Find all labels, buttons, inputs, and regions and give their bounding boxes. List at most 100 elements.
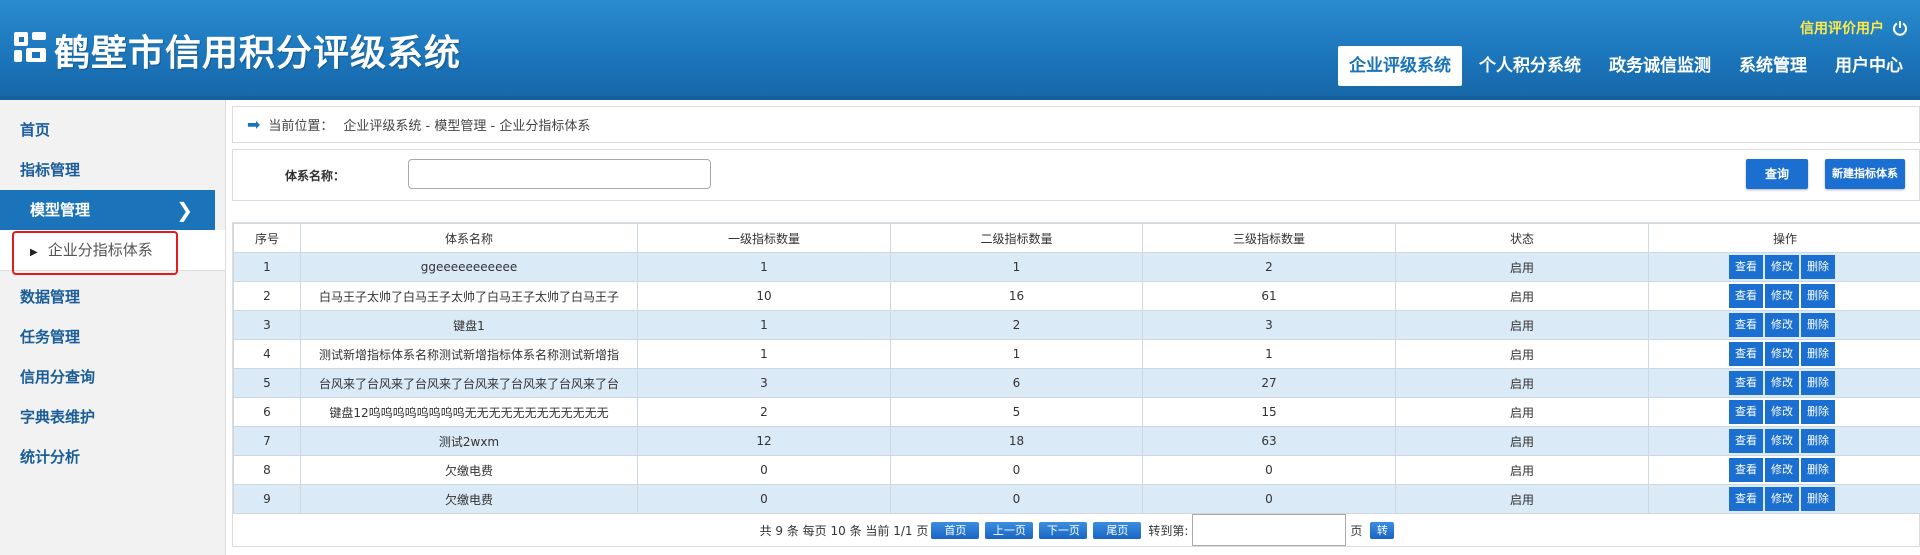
new-index-system-button[interactable]: 新建指标体系 — [1825, 159, 1905, 189]
delete-button[interactable]: 删除 — [1801, 313, 1835, 337]
view-button[interactable]: 查看 — [1729, 487, 1763, 511]
sidebar-item-model-management[interactable]: 模型管理 ❯ — [0, 190, 215, 230]
prev-page-button[interactable]: 上一页 — [985, 521, 1034, 539]
breadcrumb-path: 企业评级系统 - 模型管理 - 企业分指标体系 — [343, 119, 591, 134]
edit-button[interactable]: 修改 — [1765, 342, 1799, 366]
table-cell: 键盘1 — [300, 310, 638, 340]
delete-button[interactable]: 删除 — [1801, 429, 1835, 453]
table-cell: 1 — [890, 339, 1143, 369]
edit-button[interactable]: 修改 — [1765, 255, 1799, 279]
table-cell: 测试2wxm — [300, 426, 638, 456]
index-system-table-panel: 序号 体系名称 一级指标数量 二级指标数量 三级指标数量 状态 操作 1 ggee… — [232, 222, 1920, 547]
nav-system-management[interactable]: 系统管理 — [1728, 46, 1818, 86]
user-area: 信用评价用户 — [1800, 18, 1908, 38]
edit-button[interactable]: 修改 — [1765, 400, 1799, 424]
col-header-level1: 一级指标数量 — [637, 223, 891, 253]
table-cell: 7 — [233, 426, 301, 456]
delete-button[interactable]: 删除 — [1801, 458, 1835, 482]
sidebar-item-statistics[interactable]: 统计分析 — [0, 437, 225, 477]
table-cell: 3 — [637, 368, 891, 398]
view-button[interactable]: 查看 — [1729, 371, 1763, 395]
query-button[interactable]: 查询 — [1746, 159, 1808, 189]
power-icon[interactable] — [1892, 20, 1908, 36]
edit-button[interactable]: 修改 — [1765, 371, 1799, 395]
edit-button[interactable]: 修改 — [1765, 313, 1799, 337]
row-actions: 查看 修改 删除 — [1648, 455, 1920, 485]
table-body: 1 ggeeeeeeeeeee 1 1 2 启用 查看 修改 删除 2 白马王子太帅了白马王子太帅了… — [233, 252, 1920, 514]
sidebar-item-task-management[interactable]: 任务管理 — [0, 317, 225, 357]
table-cell: ggeeeeeeeeeee — [300, 252, 638, 282]
delete-button[interactable]: 删除 — [1801, 255, 1835, 279]
pagination: 共 9 条 每页 10 条 当前 1/1 页 首页 上一页 下一页 尾页 转到第… — [233, 513, 1920, 547]
system-name-input[interactable] — [408, 159, 711, 189]
next-page-button[interactable]: 下一页 — [1039, 521, 1088, 539]
sidebar-item-home[interactable]: 首页 — [0, 110, 225, 150]
current-user-name[interactable]: 信用评价用户 — [1800, 18, 1884, 38]
table-cell: 18 — [890, 426, 1143, 456]
top-nav: 企业评级系统 个人积分系统 政务诚信监测 系统管理 用户中心 — [1332, 46, 1914, 86]
nav-government-integrity[interactable]: 政务诚信监测 — [1598, 46, 1722, 86]
table-cell: 启用 — [1395, 455, 1649, 485]
table-row: 1 ggeeeeeeeeeee 1 1 2 启用 查看 修改 删除 — [233, 252, 1920, 282]
sidebar-subitem-enterprise-index-system[interactable]: ▶ 企业分指标体系 — [0, 230, 225, 275]
nav-user-center[interactable]: 用户中心 — [1824, 46, 1914, 86]
first-page-button[interactable]: 首页 — [931, 521, 980, 539]
delete-button[interactable]: 删除 — [1801, 400, 1835, 424]
goto-page-input[interactable] — [1192, 514, 1347, 546]
delete-button[interactable]: 删除 — [1801, 342, 1835, 366]
table-cell: 2 — [1142, 252, 1396, 282]
view-button[interactable]: 查看 — [1729, 342, 1763, 366]
pagination-summary: 共 9 条 每页 10 条 当前 1/1 页 — [759, 523, 929, 538]
table-cell: 1 — [233, 252, 301, 282]
table-cell: 12 — [637, 426, 891, 456]
edit-button[interactable]: 修改 — [1765, 487, 1799, 511]
row-actions: 查看 修改 删除 — [1648, 368, 1920, 398]
sidebar-item-credit-query[interactable]: 信用分查询 — [0, 357, 225, 397]
table-row: 2 白马王子太帅了白马王子太帅了白马王子太帅了白马王子 10 16 61 启用 查看 修改 删除 — [233, 281, 1920, 311]
edit-button[interactable]: 修改 — [1765, 284, 1799, 308]
table-cell: 2 — [890, 310, 1143, 340]
table-cell: 15 — [1142, 397, 1396, 427]
table-cell: 27 — [1142, 368, 1396, 398]
table-cell: 启用 — [1395, 252, 1649, 282]
table-cell: 8 — [233, 455, 301, 485]
sidebar: 首页 指标管理 模型管理 ❯ ▶ 企业分指标体系 数据管理 任务管理 信用分查询 … — [0, 100, 226, 555]
edit-button[interactable]: 修改 — [1765, 458, 1799, 482]
sidebar-item-data-management[interactable]: 数据管理 — [0, 277, 225, 317]
table-cell: 61 — [1142, 281, 1396, 311]
col-header-index: 序号 — [233, 223, 301, 253]
table-cell: 启用 — [1395, 397, 1649, 427]
table-row: 4 测试新增指标体系名称测试新增指标体系名称测试新增指 1 1 1 启用 查看 修改 删除 — [233, 339, 1920, 369]
table-cell: 欠缴电费 — [300, 455, 638, 485]
table-cell: 台风来了台风来了台风来了台风来了台风来了台风来了台 — [300, 368, 638, 398]
view-button[interactable]: 查看 — [1729, 313, 1763, 337]
go-button[interactable]: 转 — [1370, 521, 1395, 539]
nav-enterprise-rating[interactable]: 企业评级系统 — [1338, 46, 1462, 86]
col-header-status: 状态 — [1395, 223, 1649, 253]
table-cell: 欠缴电费 — [300, 484, 638, 514]
sidebar-item-dictionary[interactable]: 字典表维护 — [0, 397, 225, 437]
table-cell: 2 — [637, 397, 891, 427]
table-cell: 启用 — [1395, 281, 1649, 311]
table-row: 7 测试2wxm 12 18 63 启用 查看 修改 删除 — [233, 426, 1920, 456]
table-cell: 1 — [890, 252, 1143, 282]
delete-button[interactable]: 删除 — [1801, 284, 1835, 308]
edit-button[interactable]: 修改 — [1765, 429, 1799, 453]
view-button[interactable]: 查看 — [1729, 458, 1763, 482]
last-page-button[interactable]: 尾页 — [1093, 521, 1142, 539]
highlight-box — [12, 231, 178, 275]
delete-button[interactable]: 删除 — [1801, 487, 1835, 511]
nav-personal-points[interactable]: 个人积分系统 — [1468, 46, 1592, 86]
view-button[interactable]: 查看 — [1729, 429, 1763, 453]
table-cell: 0 — [890, 455, 1143, 485]
delete-button[interactable]: 删除 — [1801, 371, 1835, 395]
view-button[interactable]: 查看 — [1729, 284, 1763, 308]
table-row: 8 欠缴电费 0 0 0 启用 查看 修改 删除 — [233, 455, 1920, 485]
view-button[interactable]: 查看 — [1729, 400, 1763, 424]
table-cell: 启用 — [1395, 484, 1649, 514]
view-button[interactable]: 查看 — [1729, 255, 1763, 279]
sidebar-item-indicator-management[interactable]: 指标管理 — [0, 150, 225, 190]
table-cell: 5 — [233, 368, 301, 398]
table-cell: 键盘12呜呜呜呜呜呜呜呜无无无无无无无无无无无无 — [300, 397, 638, 427]
table-cell: 测试新增指标体系名称测试新增指标体系名称测试新增指 — [300, 339, 638, 369]
